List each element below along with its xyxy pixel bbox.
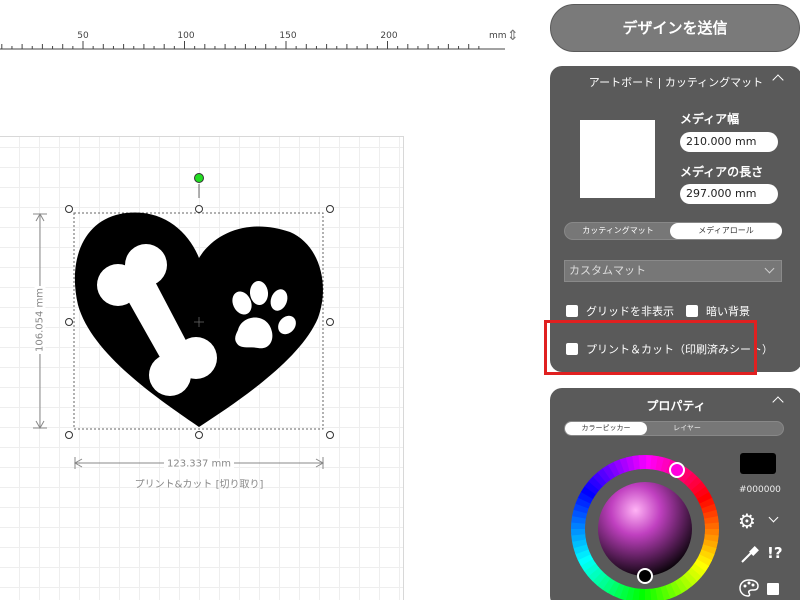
hue-handle[interactable]	[669, 462, 685, 478]
hide-grid-checkbox[interactable]	[566, 305, 578, 317]
chevron-down-icon[interactable]	[768, 512, 779, 523]
hue-segment[interactable]	[638, 455, 647, 470]
media-width-input[interactable]: 210.000 mm	[680, 132, 778, 152]
design-overlay	[33, 173, 334, 469]
tab-color-picker[interactable]: カラーピッカー	[565, 422, 647, 435]
eyedropper-icon[interactable]	[739, 545, 759, 565]
mat-type-select[interactable]: カスタムマット	[564, 260, 782, 282]
object-caption: プリント&カット [切り取り]	[134, 479, 264, 491]
saturation-area[interactable]	[598, 482, 692, 576]
properties-panel: プロパティ カラーピッカー レイヤー #000000 ⚙ !?	[550, 388, 800, 600]
color-hex-value: #000000	[739, 485, 781, 495]
chevron-down-icon	[764, 263, 775, 274]
properties-panel-title: プロパティ	[646, 399, 706, 413]
properties-tabs: カラーピッカー レイヤー	[564, 421, 784, 436]
artboard-panel-title: アートボード | カッティングマット	[588, 76, 764, 89]
vertical-resize-icon[interactable]: ⇕	[507, 28, 519, 44]
palette-icon[interactable]	[739, 578, 759, 598]
rotate-handle[interactable]	[194, 173, 204, 183]
gear-icon[interactable]: ⚙	[738, 509, 756, 533]
dark-background-checkbox[interactable]	[686, 305, 698, 317]
hide-grid-option[interactable]: グリッドを非表示	[566, 303, 674, 319]
selected-color-swatch[interactable]	[740, 453, 776, 474]
media-width-label: メディア幅	[680, 112, 740, 126]
media-preview	[580, 120, 655, 198]
color-wheel[interactable]	[570, 454, 720, 600]
exclamation-question-icon[interactable]: !?	[767, 544, 783, 562]
media-mode-toggle: カッティングマット メディアロール	[564, 222, 782, 240]
dark-background-label: 暗い背景	[706, 305, 750, 318]
media-length-label: メディアの長さ	[680, 165, 764, 179]
highlight-box	[544, 320, 757, 375]
height-dimension-label: 106.054 mm	[34, 285, 46, 355]
media-length-input[interactable]: 297.000 mm	[680, 184, 778, 204]
width-dimension-label: 123.337 mm	[163, 458, 235, 470]
tab-layers[interactable]: レイヤー	[647, 422, 727, 435]
ruler-unit: mm	[489, 31, 507, 41]
tab-cutting-mat[interactable]: カッティングマット	[565, 223, 671, 239]
mat-type-value: カスタムマット	[569, 264, 646, 277]
tab-media-roll[interactable]: メディアロール	[670, 223, 782, 239]
hide-grid-label: グリッドを非表示	[586, 305, 674, 318]
fill-toggle-box[interactable]	[767, 583, 779, 595]
dark-background-option[interactable]: 暗い背景	[686, 303, 750, 319]
shade-handle[interactable]	[637, 568, 653, 584]
send-design-button[interactable]: デザインを送信	[550, 4, 800, 52]
